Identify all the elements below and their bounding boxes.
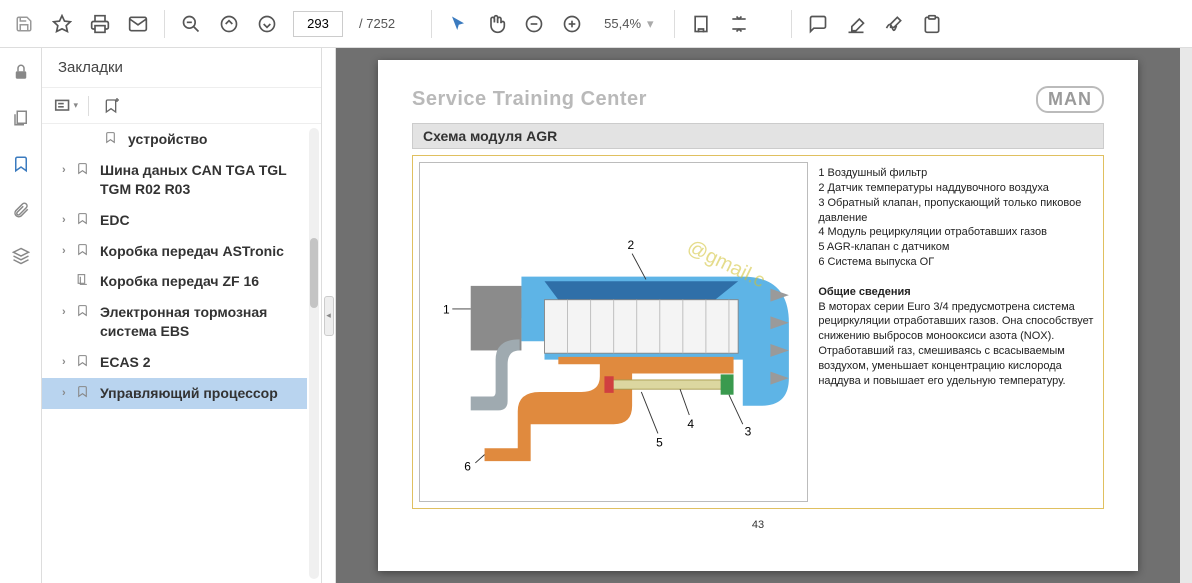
pages-icon[interactable] bbox=[7, 104, 35, 132]
doc-header: Service Training Center bbox=[412, 88, 647, 111]
attachment-icon[interactable] bbox=[7, 196, 35, 224]
page-number-input[interactable] bbox=[293, 11, 343, 37]
chevron-right-icon[interactable]: › bbox=[62, 213, 76, 230]
lock-icon[interactable] bbox=[7, 58, 35, 86]
scroll-thumb[interactable] bbox=[310, 238, 318, 308]
legend-item: 4 Модуль рециркуляции отработавших газов bbox=[818, 225, 1095, 240]
callout-5: 5 bbox=[656, 435, 663, 449]
section-title: Схема модуля AGR bbox=[412, 123, 1104, 149]
legend-item: 1 Воздушный фильтр bbox=[818, 166, 1095, 181]
bookmark-item[interactable]: › Управляющий процессор bbox=[42, 378, 307, 409]
separator bbox=[164, 10, 165, 38]
bookmark-icon bbox=[76, 384, 94, 403]
legend-item: 2 Датчик температуры наддувочного воздух… bbox=[818, 181, 1095, 196]
save-icon[interactable] bbox=[8, 8, 40, 40]
star-icon[interactable] bbox=[46, 8, 78, 40]
bookmark-label: EDC bbox=[100, 211, 299, 230]
page-down-icon[interactable] bbox=[251, 8, 283, 40]
pointer-icon[interactable] bbox=[442, 8, 474, 40]
legend-item: 6 Система выпуска ОГ bbox=[818, 255, 1095, 270]
bookmark-label: ECAS 2 bbox=[100, 353, 299, 372]
layers-icon[interactable] bbox=[7, 242, 35, 270]
zoom-in-icon[interactable] bbox=[556, 8, 588, 40]
bookmark-label: устройство bbox=[128, 130, 299, 149]
bookmark-icon bbox=[76, 353, 94, 372]
hand-icon[interactable] bbox=[480, 8, 512, 40]
bookmark-label: Электронная тормозная система EBS bbox=[100, 303, 299, 341]
zoom-out-icon[interactable] bbox=[518, 8, 550, 40]
bookmark-item[interactable]: › Коробка передач ASTronic bbox=[42, 236, 307, 267]
zoom-out-find-icon[interactable] bbox=[175, 8, 207, 40]
page-total-label: / 7252 bbox=[359, 16, 395, 31]
bookmark-icon bbox=[76, 272, 94, 291]
bookmark-list: устройство › Шина даных CAN TGA TGL TGM R0… bbox=[42, 124, 307, 583]
separator bbox=[791, 10, 792, 38]
page-up-icon[interactable] bbox=[213, 8, 245, 40]
bookmark-label: Коробка передач ZF 16 bbox=[100, 272, 299, 291]
callout-6: 6 bbox=[464, 459, 471, 473]
diagram: 1 2 3 4 5 6 @gmail.c bbox=[419, 162, 808, 502]
bookmark-rail-icon[interactable] bbox=[7, 150, 35, 178]
legend-body: В моторах серии Euro 3/4 предусмотрена с… bbox=[818, 301, 1093, 387]
sidebar-scrollbar[interactable] bbox=[309, 128, 319, 579]
bookmark-item[interactable]: › EDC bbox=[42, 205, 307, 236]
bookmarks-sidebar: Закладки ▾ устройство › Шина даных CAN TGA… bbox=[42, 48, 322, 583]
chevron-right-icon[interactable] bbox=[62, 274, 76, 291]
clipboard-icon[interactable] bbox=[916, 8, 948, 40]
options-icon[interactable]: ▾ bbox=[54, 94, 78, 118]
add-bookmark-icon[interactable] bbox=[99, 94, 123, 118]
bookmark-item[interactable]: Коробка передач ZF 16 bbox=[42, 266, 307, 297]
fit-width-icon[interactable] bbox=[685, 8, 717, 40]
top-toolbar: / 7252 55,4%▾ bbox=[0, 0, 1192, 48]
chevron-right-icon[interactable] bbox=[90, 132, 104, 149]
sign-icon[interactable] bbox=[878, 8, 910, 40]
sidebar-title: Закладки bbox=[42, 48, 321, 88]
callout-2: 2 bbox=[627, 238, 634, 252]
bookmark-icon bbox=[76, 161, 94, 199]
callout-1: 1 bbox=[443, 303, 450, 317]
bookmark-item[interactable]: › Электронная тормозная система EBS bbox=[42, 297, 307, 347]
page-number: 43 bbox=[412, 519, 1104, 531]
chevron-right-icon[interactable]: › bbox=[62, 355, 76, 372]
document-viewer[interactable]: Service Training Center MAN Схема модуля… bbox=[336, 48, 1180, 583]
viewer-scrollbar[interactable] bbox=[1180, 48, 1192, 583]
highlight-icon[interactable] bbox=[840, 8, 872, 40]
legend-subtitle: Общие сведения bbox=[818, 286, 910, 298]
bookmark-icon bbox=[76, 211, 94, 230]
bookmark-label: Коробка передач ASTronic bbox=[100, 242, 299, 261]
chevron-right-icon[interactable]: › bbox=[62, 163, 76, 199]
callout-4: 4 bbox=[687, 417, 694, 431]
left-rail bbox=[0, 48, 42, 583]
scroll-mode-icon[interactable] bbox=[723, 8, 755, 40]
bookmark-label: Управляющий процессор bbox=[100, 384, 299, 403]
separator bbox=[674, 10, 675, 38]
bookmark-icon bbox=[76, 303, 94, 341]
mail-icon[interactable] bbox=[122, 8, 154, 40]
collapse-handle[interactable]: ◂ bbox=[322, 48, 336, 583]
bookmark-item[interactable]: › ECAS 2 bbox=[42, 347, 307, 378]
bookmark-label: Шина даных CAN TGA TGL TGM R02 R03 bbox=[100, 161, 299, 199]
legend: 1 Воздушный фильтр2 Датчик температуры н… bbox=[816, 162, 1097, 502]
document-page: Service Training Center MAN Схема модуля… bbox=[378, 60, 1138, 571]
bookmark-item[interactable]: устройство bbox=[42, 124, 307, 155]
legend-item: 3 Обратный клапан, пропускающий только п… bbox=[818, 196, 1095, 226]
separator bbox=[431, 10, 432, 38]
comment-icon[interactable] bbox=[802, 8, 834, 40]
chevron-right-icon[interactable]: › bbox=[62, 386, 76, 403]
callout-3: 3 bbox=[745, 424, 752, 438]
chevron-right-icon[interactable]: › bbox=[62, 305, 76, 341]
bookmark-icon bbox=[76, 242, 94, 261]
print-icon[interactable] bbox=[84, 8, 116, 40]
zoom-level[interactable]: 55,4%▾ bbox=[594, 16, 663, 32]
sidebar-tools: ▾ bbox=[42, 88, 321, 124]
chevron-right-icon[interactable]: › bbox=[62, 244, 76, 261]
bookmark-icon bbox=[104, 130, 122, 149]
bookmark-item[interactable]: › Шина даных CAN TGA TGL TGM R02 R03 bbox=[42, 155, 307, 205]
legend-item: 5 AGR-клапан с датчиком bbox=[818, 240, 1095, 255]
man-logo: MAN bbox=[1036, 86, 1104, 113]
